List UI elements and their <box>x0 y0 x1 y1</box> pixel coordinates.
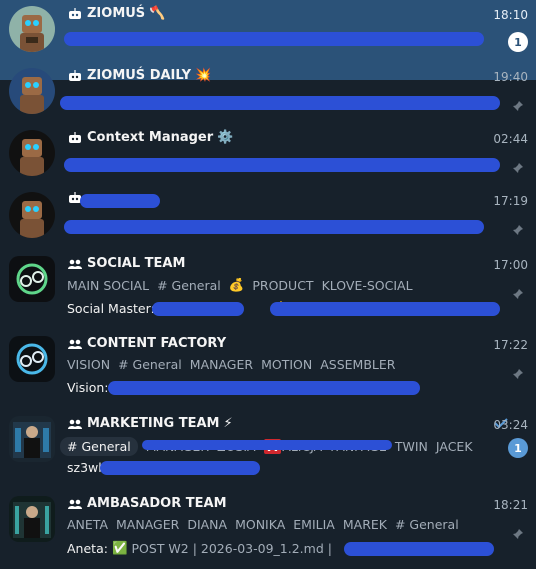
chat-row-social-team[interactable]: SOCIAL TEAM 17:00 MAIN SOCIAL # General … <box>0 250 536 330</box>
topic-item[interactable]: DIANA <box>187 517 227 532</box>
topic-item[interactable]: MANAGER <box>190 357 253 372</box>
collision-emoji: 💥 <box>195 68 212 83</box>
redacted-preview <box>152 302 244 316</box>
chat-time: 17:22 <box>493 338 528 352</box>
topic-item[interactable]: # General <box>395 517 459 532</box>
lightning-emoji: ⚡ <box>223 416 233 431</box>
topic-item[interactable]: # General <box>118 357 182 372</box>
unread-badge: 1 <box>508 438 528 458</box>
topic-item[interactable]: KLOVE-SOCIAL <box>322 278 413 293</box>
redacted-preview <box>142 440 392 450</box>
group-icon <box>68 339 82 349</box>
pin-icon <box>513 101 523 111</box>
topic-item[interactable]: PRODUCT <box>252 278 313 293</box>
group-avatar <box>9 336 55 382</box>
redacted-preview <box>344 542 494 556</box>
money-bag-icon: 💰 <box>228 277 245 292</box>
bot-icon <box>69 7 81 19</box>
group-icon <box>68 419 82 429</box>
axe-emoji: 🪓 <box>149 6 166 21</box>
chat-time: 18:10 <box>493 8 528 22</box>
chat-time: 18:21 <box>493 498 528 512</box>
pin-icon <box>513 163 523 173</box>
bot-icon <box>69 131 81 143</box>
pin-icon <box>513 369 523 379</box>
pin-icon <box>513 289 523 299</box>
redacted-preview <box>64 220 484 234</box>
topic-item[interactable]: ASSEMBLER <box>320 357 395 372</box>
robot-avatar <box>9 68 55 114</box>
topic-item[interactable]: MAREK <box>343 517 387 532</box>
redacted-preview <box>108 381 420 395</box>
message-preview: Vision: <box>67 380 109 395</box>
chat-title-text: Context Manager <box>87 130 214 145</box>
group-avatar <box>9 256 55 302</box>
chat-time: 02:44 <box>493 132 528 146</box>
robot-avatar <box>9 192 55 238</box>
topic-item[interactable]: MONIKA <box>235 517 285 532</box>
unread-badge: 1 <box>508 32 528 52</box>
chat-title-text: MARKETING TEAM <box>87 416 220 431</box>
chat-title-text: AMBASADOR TEAM <box>87 496 227 511</box>
bot-icon <box>69 69 81 81</box>
chat-time: 03:24 <box>493 418 528 432</box>
chat-title-text: ZIOMUŚ <box>87 6 146 21</box>
chat-row-marketing-team[interactable]: MARKETING TEAM ⚡ 03:24 # General MANAGER… <box>0 410 536 490</box>
chat-title: Context Manager ⚙️ <box>67 130 233 145</box>
redacted-preview <box>270 302 500 316</box>
chat-time: 17:19 <box>493 194 528 208</box>
sender-name: Vision: <box>67 380 109 395</box>
redacted-preview <box>100 461 260 475</box>
redacted-title <box>80 194 160 208</box>
robot-avatar <box>9 130 55 176</box>
topic-item[interactable]: MAIN SOCIAL <box>67 278 149 293</box>
chat-list: ZIOMUŚ 🪓 18:10 1 ZIOMUŚ DAILY 💥 19:40 Co… <box>0 0 536 569</box>
topic-list: MAIN SOCIAL # General 💰 PRODUCT KLOVE-SO… <box>67 277 413 293</box>
redacted-preview <box>60 96 500 110</box>
topic-item[interactable]: JACEK <box>436 439 473 454</box>
group-avatar <box>9 496 55 542</box>
sender-name: Social Master: <box>67 300 155 316</box>
chat-title-text: SOCIAL TEAM <box>87 256 186 271</box>
sender-name: Aneta: <box>67 540 108 556</box>
pin-icon <box>513 225 523 235</box>
group-icon <box>68 499 82 509</box>
chat-title: ZIOMUŚ DAILY 💥 <box>67 68 211 83</box>
chat-time: 19:40 <box>493 70 528 84</box>
chat-title: MARKETING TEAM ⚡ <box>67 416 233 431</box>
chat-row-ambasador-team[interactable]: AMBASADOR TEAM 18:21 ANETA MANAGER DIANA… <box>0 490 536 569</box>
chat-row-content-factory[interactable]: CONTENT FACTORY 17:22 VISION # General M… <box>0 330 536 410</box>
topic-item[interactable]: EMILIA <box>293 517 335 532</box>
redacted-preview <box>64 158 500 172</box>
chat-title: SOCIAL TEAM <box>67 256 185 271</box>
topic-item[interactable]: ANETA <box>67 517 108 532</box>
topic-item[interactable]: VISION <box>67 357 110 372</box>
redacted-preview <box>64 32 484 46</box>
topic-list: VISION # General MANAGER MOTION ASSEMBLE… <box>67 357 395 372</box>
chat-title: ZIOMUŚ 🪓 <box>67 6 165 21</box>
chat-time: 17:00 <box>493 258 528 272</box>
chat-title-text: CONTENT FACTORY <box>87 336 227 351</box>
check-mark-icon: ✅ <box>111 540 128 555</box>
group-avatar <box>9 416 55 462</box>
topic-item[interactable]: MANAGER <box>116 517 179 532</box>
topic-item-selected[interactable]: # General <box>60 437 138 456</box>
pin-icon <box>513 529 523 539</box>
topic-list: ANETA MANAGER DIANA MONIKA EMILIA MAREK … <box>67 517 459 532</box>
chat-title-text: ZIOMUŚ DAILY <box>87 68 192 83</box>
topic-item[interactable]: MOTION <box>261 357 312 372</box>
chat-title: CONTENT FACTORY <box>67 336 226 351</box>
gear-emoji: ⚙️ <box>217 130 234 145</box>
topic-item[interactable]: TWIN <box>395 439 428 454</box>
message-preview: Aneta: ✅ POST W2 | 2026-03-09_1.2.md | <box>67 540 332 556</box>
group-icon <box>68 259 82 269</box>
preview-text: POST W2 | 2026-03-09_1.2.md | <box>131 540 332 556</box>
chat-title: AMBASADOR TEAM <box>67 496 227 511</box>
topic-item[interactable]: # General <box>157 278 221 293</box>
robot-avatar <box>9 6 55 52</box>
